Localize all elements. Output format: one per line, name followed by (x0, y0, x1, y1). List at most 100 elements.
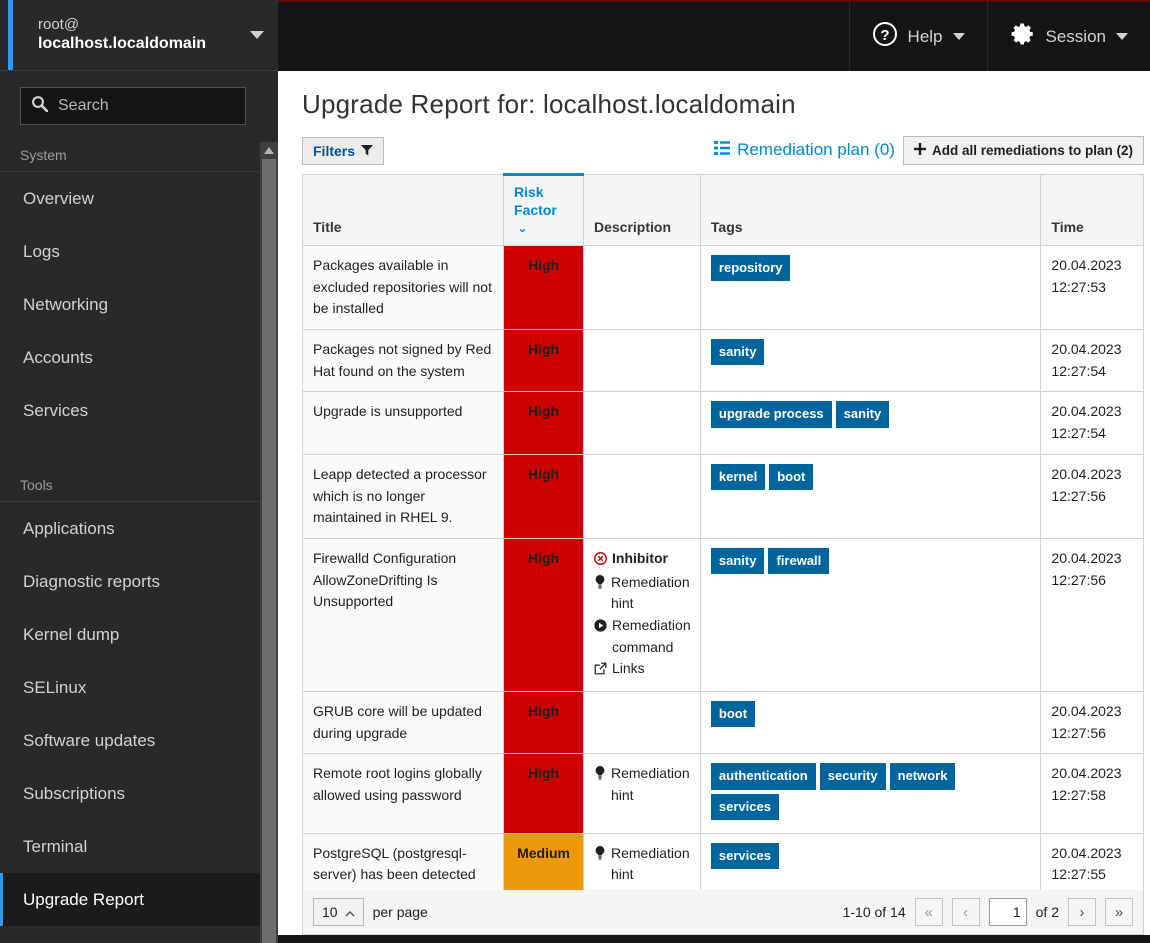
page-total-label: of 2 (1035, 904, 1059, 920)
cell-title: Packages available in excluded repositor… (301, 244, 505, 331)
search-input[interactable] (58, 97, 235, 115)
table-row[interactable]: Packages not signed by Red Hat found on … (301, 329, 1144, 393)
cell-risk-factor: High (503, 244, 584, 331)
tag-badge[interactable]: sanity (710, 339, 765, 366)
tag-badge[interactable]: sanity (710, 547, 765, 575)
cell-date-value: 20.04.2023 (1051, 703, 1122, 719)
filters-button[interactable]: Filters (302, 137, 385, 165)
table-body: Packages available in excluded repositor… (301, 244, 1144, 890)
table-row[interactable]: Leapp detected a processor which is no l… (301, 453, 1144, 539)
help-menu[interactable]: ? Help (848, 1, 987, 72)
add-all-remediations-button[interactable]: Add all remediations to plan (2) (902, 136, 1144, 165)
tag-badge[interactable]: security (819, 763, 886, 790)
top-navbar: ? Help Session (278, 0, 1150, 72)
sidebar-item-subscriptions[interactable]: Subscriptions (0, 767, 260, 820)
cell-tags: sanity firewall (699, 537, 1042, 693)
search-box[interactable] (20, 87, 246, 125)
column-header-title[interactable]: Title (301, 174, 505, 246)
description-item[interactable]: Inhibitor (594, 548, 690, 572)
page-number-input[interactable] (988, 898, 1027, 926)
tag-badge[interactable]: repository (710, 255, 791, 282)
tag-badge[interactable]: upgrade process (710, 401, 832, 428)
description-item[interactable]: Remediation hint (594, 763, 690, 806)
tag-badge[interactable]: sanity (835, 401, 890, 428)
cell-description (583, 453, 701, 539)
chevron-down-icon[interactable] (1116, 33, 1128, 40)
sidebar-item-networking[interactable]: Networking (0, 278, 260, 331)
session-menu[interactable]: Session (986, 1, 1150, 72)
cell-date-value: 20.04.2023 (1051, 341, 1122, 358)
cell-date-value: 20.04.2023 (1051, 257, 1122, 273)
sidebar-item-software-updates[interactable]: Software updates (0, 714, 260, 767)
description-item-label: Links (612, 660, 645, 677)
tag-badge[interactable]: authentication (710, 763, 816, 790)
cell-risk-factor: High (503, 690, 584, 755)
cell-tags: upgrade process sanity (699, 391, 1042, 455)
next-page-button[interactable]: › (1068, 898, 1096, 926)
cell-description: Remediation hintLinks (583, 832, 701, 890)
description-item[interactable]: Remediation command (594, 615, 691, 658)
cell-time: 20.04.2023 12:27:56 (1040, 453, 1144, 539)
cell-date-value: 20.04.2023 (1051, 403, 1122, 420)
pagination-left: 10 per page (313, 898, 428, 926)
sidebar-item-services[interactable]: Services (0, 384, 260, 437)
cell-tags: repository (699, 244, 1042, 331)
sidebar-item-accounts[interactable]: Accounts (0, 331, 260, 384)
pagination-right: 1-10 of 14 « ‹ of 2 › » (843, 898, 1133, 926)
cell-description (583, 391, 701, 455)
cell-tags: kernel boot (699, 453, 1042, 539)
sidebar-item-selinux[interactable]: SELinux (0, 661, 260, 714)
tag-badge[interactable]: kernel (710, 463, 766, 490)
table-row[interactable]: PostgreSQL (postgresql-server) has been … (301, 832, 1144, 890)
tag-badge[interactable]: firewall (768, 547, 830, 575)
cell-title: Upgrade is unsupported (301, 391, 505, 455)
cell-description (583, 690, 701, 755)
chevron-down-icon: ⌄ (518, 223, 528, 235)
sidebar-item-kernel-dump[interactable]: Kernel dump (0, 608, 260, 661)
cell-time: 20.04.2023 12:27:56 (1040, 690, 1144, 755)
description-item[interactable]: Remediation hint (594, 843, 690, 886)
description-item[interactable]: Links (594, 658, 690, 682)
tag-badge[interactable]: services (710, 842, 779, 869)
cell-title: PostgreSQL (postgresql-server) has been … (301, 832, 505, 890)
chevron-down-icon[interactable] (250, 31, 264, 39)
lightbulb-icon (594, 763, 606, 787)
tag-badge[interactable]: boot (769, 463, 814, 490)
table-row[interactable]: Packages available in excluded repositor… (301, 244, 1144, 331)
per-page-select[interactable]: 10 (313, 898, 364, 926)
table-row[interactable]: Upgrade is unsupported High upgrade proces… (301, 391, 1144, 455)
description-item[interactable]: Remediation hint (594, 572, 690, 615)
column-header-time[interactable]: Time (1040, 174, 1144, 246)
previous-page-button[interactable]: ‹ (951, 898, 980, 926)
last-page-button[interactable]: » (1105, 898, 1133, 926)
remediation-plan-link[interactable]: Remediation plan (0) (714, 136, 903, 165)
cell-risk-factor: High (503, 453, 584, 539)
sidebar-item-upgrade-report[interactable]: Upgrade Report (0, 873, 260, 926)
description-item-label: Remediation hint (611, 844, 690, 883)
sidebar-item-logs[interactable]: Logs (0, 225, 260, 278)
sidebar-item-diagnostic-reports[interactable]: Diagnostic reports (0, 555, 260, 608)
column-header-tags[interactable]: Tags (699, 174, 1042, 246)
chevron-down-icon[interactable] (952, 33, 965, 40)
tag-badge[interactable]: boot (710, 701, 756, 728)
sidebar-item-applications[interactable]: Applications (0, 502, 260, 555)
column-header-risk-factor[interactable]: Risk Factor ⌄ (503, 173, 584, 246)
cell-time: 20.04.2023 12:27:54 (1040, 329, 1144, 393)
sidebar-group-label-system: System (0, 125, 260, 172)
table-row[interactable]: GRUB core will be updated during upgrade… (301, 690, 1144, 755)
cell-time-value: 12:27:54 (1051, 362, 1106, 379)
first-page-button[interactable]: « (914, 898, 943, 926)
sidebar-scrollbar[interactable] (260, 142, 278, 943)
page-title: Upgrade Report for: localhost.localdomai… (302, 89, 796, 119)
sidebar-item-terminal[interactable]: Terminal (0, 820, 260, 873)
cell-time: 20.04.2023 12:27:53 (1040, 244, 1144, 331)
table-row[interactable]: Remote root logins globally allowed usin… (301, 753, 1144, 834)
host-switcher[interactable]: root@ localhost.localdomain (0, 0, 278, 71)
sidebar-item-overview[interactable]: Overview (0, 172, 260, 225)
tag-badge[interactable]: network (889, 763, 956, 790)
scrollbar-thumb[interactable] (262, 159, 276, 943)
table-row[interactable]: Firewalld Configuration AllowZoneDriftin… (301, 537, 1144, 693)
column-header-description[interactable]: Description (583, 174, 701, 246)
scroll-up-arrow-icon[interactable] (260, 142, 278, 159)
tag-badge[interactable]: services (710, 793, 779, 820)
